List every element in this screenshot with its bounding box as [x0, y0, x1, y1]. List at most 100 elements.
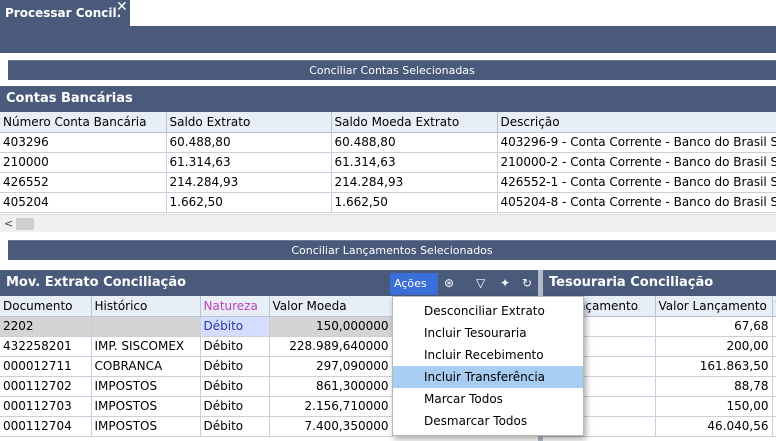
contas-header-row: Número Conta Bancária Saldo Extrato Sald…: [0, 112, 776, 133]
cell-saldo-moeda: 214.284,93: [331, 172, 498, 193]
cell-documento: 000112703: [0, 396, 92, 417]
cell-descricao: 403296-9 - Conta Corrente - Banco do Bra…: [497, 132, 776, 153]
cell-saldo-moeda: 61.314,63: [331, 152, 498, 173]
cell-v: [772, 416, 776, 437]
cell-saldo: 61.314,63: [166, 152, 332, 173]
refresh-icon[interactable]: ↻: [522, 274, 532, 292]
cell-documento: 000112704: [0, 416, 92, 437]
col-historico[interactable]: Histórico: [91, 296, 201, 317]
cell-numero: 405204: [0, 192, 167, 213]
cell-natureza: Débito: [200, 416, 270, 437]
acoes-menu: Desconciliar Extrato Incluir Tesouraria …: [392, 296, 584, 436]
tab-bar: Processar Concil. ✕: [0, 0, 776, 26]
table-row[interactable]: 000112704 IMPOSTOS Débito 7.400,350000: [0, 416, 393, 437]
cell-valor: 88,78: [655, 376, 773, 397]
cell-natureza: Débito: [200, 356, 270, 377]
tab-title: Processar Concil.: [5, 6, 122, 20]
table-row[interactable]: 432258201 IMP. SISCOMEX Débito 228.989,6…: [0, 336, 393, 357]
cell-v: [772, 336, 776, 357]
cell-numero: 210000: [0, 152, 167, 173]
contas-table: Número Conta Bancária Saldo Extrato Sald…: [0, 112, 776, 213]
col-saldo-moeda[interactable]: Saldo Moeda Extrato: [331, 112, 498, 133]
table-row[interactable]: 000112702 IMPOSTOS Débito 861,300000: [0, 376, 393, 397]
cell-documento: 000012711: [0, 356, 92, 377]
table-row[interactable]: 210000 61.314,63 61.314,63 210000-2 - Co…: [0, 152, 776, 173]
col-natureza[interactable]: Natureza: [200, 296, 270, 317]
cell-valor: 228.989,640000: [269, 336, 393, 357]
cell-saldo: 214.284,93: [166, 172, 332, 193]
arrow-left-icon[interactable]: <: [4, 217, 13, 230]
col-valor-lancamento[interactable]: Valor Lançamento: [655, 296, 773, 317]
cell-valor: 150,00: [655, 396, 773, 417]
menu-item-desconciliar-extrato[interactable]: Desconciliar Extrato: [393, 300, 583, 322]
menu-item-incluir-transferencia[interactable]: Incluir Transferência: [393, 366, 583, 388]
scrollbar-thumb[interactable]: [16, 218, 34, 230]
table-row[interactable]: 000012711 COBRANCA Débito 297,090000: [0, 356, 393, 377]
menu-item-incluir-tesouraria[interactable]: Incluir Tesouraria: [393, 322, 583, 344]
pin-icon[interactable]: ✦: [500, 274, 510, 292]
cell-numero: 426552: [0, 172, 167, 193]
cell-natureza: Débito: [200, 376, 270, 397]
cell-saldo: 1.662,50: [166, 192, 332, 213]
col-v[interactable]: V: [772, 296, 776, 317]
cell-historico: IMP. SISCOMEX: [91, 336, 201, 357]
cell-numero: 403296: [0, 132, 167, 153]
menu-item-marcar-todos[interactable]: Marcar Todos: [393, 388, 583, 410]
cell-v: [772, 316, 776, 337]
cell-natureza: Débito: [200, 396, 270, 417]
conciliar-contas-button[interactable]: Conciliar Contas Selecionadas: [8, 60, 776, 80]
cell-saldo-moeda: 1.662,50: [331, 192, 498, 213]
cell-valor: 7.400,350000: [269, 416, 393, 437]
cell-documento: 432258201: [0, 336, 92, 357]
cell-historico: IMPOSTOS: [91, 376, 201, 397]
cell-historico: IMPOSTOS: [91, 416, 201, 437]
table-row[interactable]: 2202 Débito 150,000000: [0, 316, 393, 337]
tab-processar-concil[interactable]: Processar Concil. ✕: [0, 0, 130, 26]
cell-valor: 46.040,56: [655, 416, 773, 437]
acoes-label: Ações: [394, 277, 427, 290]
cell-documento: 2202: [0, 316, 92, 337]
horizontal-scrollbar[interactable]: <: [0, 214, 776, 232]
cell-natureza: Débito: [200, 336, 270, 357]
mov-panel-title: Mov. Extrato Conciliação: [0, 270, 538, 296]
col-numero-conta[interactable]: Número Conta Bancária: [0, 112, 167, 133]
table-row[interactable]: 000112703 IMPOSTOS Débito 2.156,710000: [0, 396, 393, 417]
col-documento[interactable]: Documento: [0, 296, 92, 317]
cell-historico: IMPOSTOS: [91, 396, 201, 417]
cell-natureza: Débito: [200, 316, 270, 337]
cell-historico: COBRANCA: [91, 356, 201, 377]
mov-table: Documento Histórico Natureza Valor Moeda…: [0, 296, 393, 437]
col-saldo-extrato[interactable]: Saldo Extrato: [166, 112, 332, 133]
contas-panel-title: Contas Bancárias: [0, 86, 776, 112]
conciliar-lancamentos-button[interactable]: Conciliar Lançamentos Selecionados: [8, 240, 776, 260]
cell-historico: [91, 316, 201, 337]
cell-valor: 67,68: [655, 316, 773, 337]
cell-valor: 150,000000: [269, 316, 393, 337]
table-row[interactable]: 403296 60.488,80 60.488,80 403296-9 - Co…: [0, 132, 776, 153]
cell-v: [772, 376, 776, 397]
cell-v: [772, 356, 776, 377]
cell-saldo-moeda: 60.488,80: [331, 132, 498, 153]
cell-descricao: 426552-1 - Conta Corrente - Banco do Bra…: [497, 172, 776, 193]
cell-descricao: 210000-2 - Conta Corrente - Banco do Bra…: [497, 152, 776, 173]
cell-valor: 861,300000: [269, 376, 393, 397]
tesouraria-panel-title: Tesouraria Conciliação: [543, 270, 776, 296]
filter-icon[interactable]: ▽: [476, 274, 485, 292]
menu-item-desmarcar-todos[interactable]: Desmarcar Todos: [393, 410, 583, 432]
col-descricao[interactable]: Descrição: [497, 112, 776, 133]
menu-item-incluir-recebimento[interactable]: Incluir Recebimento: [393, 344, 583, 366]
col-valor-moeda[interactable]: Valor Moeda: [269, 296, 393, 317]
cell-valor: 2.156,710000: [269, 396, 393, 417]
cell-documento: 000112702: [0, 376, 92, 397]
close-icon[interactable]: ✕: [116, 0, 128, 14]
table-row[interactable]: 405204 1.662,50 1.662,50 405204-8 - Cont…: [0, 192, 776, 213]
cell-saldo: 60.488,80: [166, 132, 332, 153]
cell-valor: 297,090000: [269, 356, 393, 377]
cell-descricao: 405204-8 - Conta Corrente - Banco do Bra…: [497, 192, 776, 213]
acoes-button[interactable]: Ações ▼: [390, 273, 438, 311]
cell-v: [772, 396, 776, 417]
top-toolbar: [0, 26, 776, 53]
table-row[interactable]: 426552 214.284,93 214.284,93 426552-1 - …: [0, 172, 776, 193]
mov-header-row: Documento Histórico Natureza Valor Moeda: [0, 296, 393, 317]
cell-valor: 161.863,50: [655, 356, 773, 377]
